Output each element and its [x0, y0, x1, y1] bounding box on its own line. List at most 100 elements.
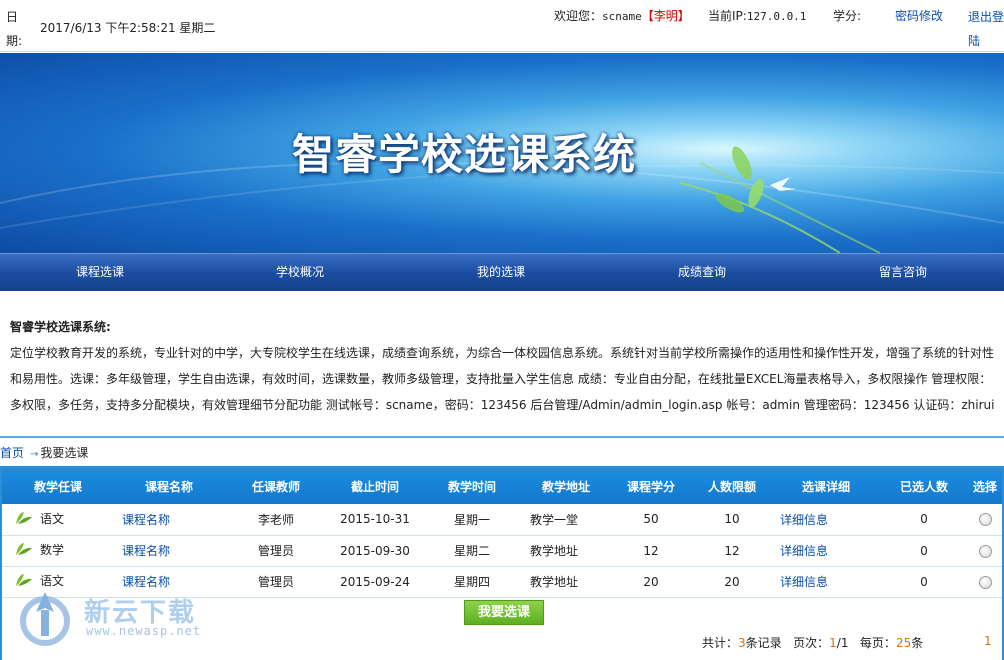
course-name-link[interactable]: 课程名称 [122, 575, 170, 589]
select-radio[interactable] [978, 513, 992, 527]
credit-cell: 20 [610, 566, 692, 598]
nav-item-course-selection[interactable]: 课程选课 [0, 254, 200, 290]
intro-title: 智睿学校选课系统: [10, 320, 111, 334]
course-cell: 课程名称 [114, 504, 224, 536]
page-link[interactable]: 1 [984, 634, 992, 648]
page-current: 1 [829, 636, 837, 650]
limit-cell: 10 [692, 504, 772, 536]
main-nav: 课程选课 学校概况 我的选课 成绩查询 留言咨询 [0, 253, 1004, 291]
leaf-icon [14, 541, 34, 560]
column-header: 选课详细 [772, 468, 880, 504]
select-radio[interactable] [978, 575, 992, 589]
select-course-button[interactable]: 我要选课 [464, 600, 544, 625]
per-page-suffix: 条 [911, 636, 924, 650]
table-row: 数学 课程名称 管理员 2015-09-30 星期二 教学地址 12 12 详细… [2, 535, 1002, 567]
credit-cell: 12 [610, 535, 692, 567]
place-cell: 教学地址 [522, 566, 610, 598]
banner: 智睿学校选课系统 [0, 53, 1004, 253]
logout-link[interactable]: 退出登陆 [968, 5, 1004, 53]
detail-link[interactable]: 详细信息 [780, 575, 828, 589]
ip-value: 127.0.0.1 [746, 10, 807, 23]
nav-item-messages[interactable]: 留言咨询 [803, 254, 1003, 290]
course-table: 教学任课 课程名称 任课教师 截止时间 教学时间 教学地址 课程学分 人数限额 … [2, 468, 1002, 598]
subject-cell: 数学 [2, 535, 114, 567]
place-cell: 教学地址 [522, 535, 610, 567]
limit-cell: 12 [692, 535, 772, 567]
enrolled-cell: 0 [880, 535, 968, 567]
breadcrumb-arrow-icon: → [30, 449, 39, 460]
subject-name: 数学 [40, 543, 65, 557]
ip-info: 当前IP:127.0.0.1 [708, 7, 806, 24]
course-panel: 教学任课 课程名称 任课教师 截止时间 教学时间 教学地址 课程学分 人数限额 … [0, 466, 1004, 660]
detail-cell: 详细信息 [772, 566, 880, 598]
page-total: /1 [836, 636, 849, 650]
select-cell [968, 566, 1002, 598]
ip-label: 当前IP: [708, 9, 747, 23]
date-value: 2017/6/13 下午2:58:21 星期二 [40, 21, 216, 35]
select-cell [968, 535, 1002, 567]
column-header: 课程学分 [610, 468, 692, 504]
intro-section: 智睿学校选课系统: 定位学校教育开发的系统，专业针对的中学，大专院校学生在线选课… [10, 314, 1000, 418]
column-header: 选择 [968, 468, 1002, 504]
real-name: 【李明】 [641, 9, 690, 23]
table-row: 语文 课程名称 李老师 2015-10-31 星期一 教学一堂 50 10 详细… [2, 504, 1002, 536]
time-cell: 星期二 [422, 535, 522, 567]
per-page-count: 25 [895, 636, 912, 650]
column-header: 截止时间 [328, 468, 422, 504]
date-label: 日期: [6, 10, 23, 48]
breadcrumb: 首页 → 我要选课 [0, 443, 88, 463]
course-name-link[interactable]: 课程名称 [122, 513, 170, 527]
detail-link[interactable]: 详细信息 [780, 544, 828, 558]
teacher-cell: 管理员 [224, 535, 328, 567]
deadline-cell: 2015-09-30 [328, 535, 422, 567]
pagination-info: 共计：3条记录 页次：1/1 每页：25条 [702, 634, 923, 651]
enrolled-cell: 0 [880, 504, 968, 536]
course-cell: 课程名称 [114, 566, 224, 598]
detail-cell: 详细信息 [772, 504, 880, 536]
divider [0, 436, 1004, 438]
username: scname [602, 10, 642, 23]
course-name-link[interactable]: 课程名称 [122, 544, 170, 558]
intro-text: 定位学校教育开发的系统，专业针对的中学，大专院校学生在线选课，成绩查询系统，为综… [10, 346, 995, 412]
column-header: 课程名称 [114, 468, 224, 504]
select-cell [968, 504, 1002, 536]
leaf-icon [14, 572, 34, 591]
subject-name: 语文 [40, 574, 65, 588]
column-header: 教学任课 [2, 468, 114, 504]
per-page-prefix: 每页： [859, 636, 896, 650]
place-cell: 教学一堂 [522, 504, 610, 536]
total-count: 3 [738, 636, 746, 650]
nav-item-grades[interactable]: 成绩查询 [602, 254, 802, 290]
detail-link[interactable]: 详细信息 [780, 513, 828, 527]
time-cell: 星期四 [422, 566, 522, 598]
table-header-row: 教学任课 课程名称 任课教师 截止时间 教学时间 教学地址 课程学分 人数限额 … [2, 468, 1002, 504]
welcome-text: 欢迎您：scname【李明】 [554, 7, 690, 24]
welcome-prefix: 欢迎您： [554, 9, 603, 23]
nav-item-my-courses[interactable]: 我的选课 [401, 254, 601, 290]
leaf-icon [14, 510, 34, 529]
breadcrumb-current: 我要选课 [40, 446, 89, 460]
nav-item-school-overview[interactable]: 学校概况 [200, 254, 400, 290]
total-prefix: 共计： [702, 636, 739, 650]
column-header: 教学地址 [522, 468, 610, 504]
credit-cell: 50 [610, 504, 692, 536]
limit-cell: 20 [692, 566, 772, 598]
score-label: 学分: [833, 9, 862, 23]
teacher-cell: 管理员 [224, 566, 328, 598]
time-cell: 星期一 [422, 504, 522, 536]
banner-title: 智睿学校选课系统 [292, 130, 637, 179]
column-header: 教学时间 [422, 468, 522, 504]
select-radio[interactable] [978, 544, 992, 558]
column-header: 任课教师 [224, 468, 328, 504]
breadcrumb-home-link[interactable]: 首页 [0, 446, 24, 460]
page-prefix: 页次： [793, 636, 830, 650]
course-cell: 课程名称 [114, 535, 224, 567]
top-bar: 日期: 2017/6/13 下午2:58:21 星期二 欢迎您：scname【李… [0, 0, 1004, 52]
detail-cell: 详细信息 [772, 535, 880, 567]
deadline-cell: 2015-09-24 [328, 566, 422, 598]
table-row: 语文 课程名称 管理员 2015-09-24 星期四 教学地址 20 20 详细… [2, 566, 1002, 598]
change-password-link[interactable]: 密码修改 [895, 7, 943, 24]
subject-name: 语文 [40, 511, 65, 526]
enrolled-cell: 0 [880, 566, 968, 598]
deadline-cell: 2015-10-31 [328, 504, 422, 536]
